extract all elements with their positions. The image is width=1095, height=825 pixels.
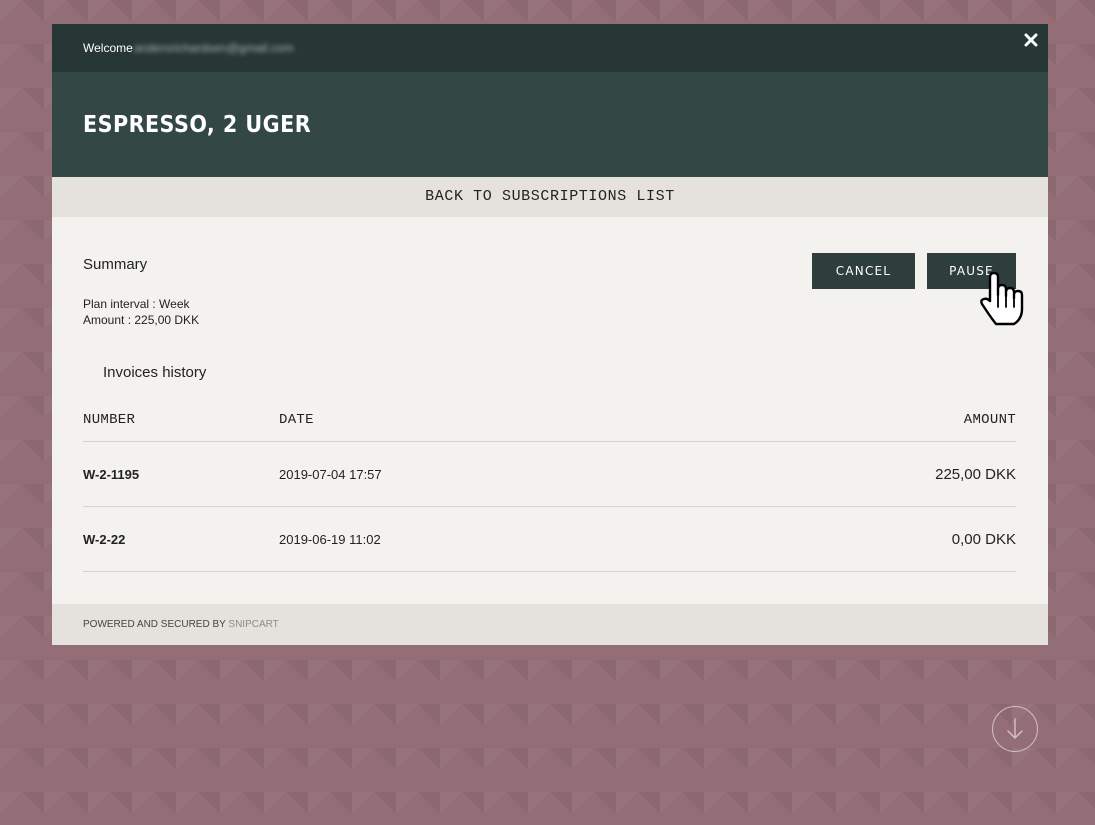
snipcart-link[interactable]: SNIPCART	[228, 619, 278, 630]
scroll-down-button[interactable]	[992, 706, 1038, 752]
title-bar: ESPRESSO, 2 UGER	[52, 72, 1048, 177]
table-row: W-2-22 2019-06-19 11:02 0,00 DKK	[83, 507, 1016, 572]
invoices-heading: Invoices history	[103, 364, 207, 381]
invoice-date: 2019-07-04 17:57	[279, 467, 382, 482]
user-email: andersrichardsen@gmail.com	[134, 41, 294, 55]
arrow-down-icon	[1007, 718, 1023, 739]
pause-button[interactable]: PAUSE	[927, 253, 1016, 289]
top-bar: Welcome andersrichardsen@gmail.com	[52, 24, 1048, 72]
footer: POWERED AND SECURED BY SNIPCART	[52, 604, 1048, 645]
close-icon[interactable]	[1024, 33, 1038, 47]
subscription-details: Summary Plan interval : Week Amount : 22…	[52, 217, 1048, 604]
invoices-table-header: NUMBER DATE AMOUNT	[83, 410, 1016, 442]
welcome-label: Welcome	[83, 41, 133, 55]
column-number: NUMBER	[83, 412, 136, 428]
summary-heading: Summary	[83, 256, 148, 273]
back-to-subscriptions-link[interactable]: BACK TO SUBSCRIPTIONS LIST	[52, 177, 1048, 217]
invoice-date: 2019-06-19 11:02	[279, 532, 381, 547]
column-date: DATE	[279, 412, 314, 428]
cancel-button[interactable]: CANCEL	[812, 253, 915, 289]
subscription-modal: Welcome andersrichardsen@gmail.com ESPRE…	[52, 24, 1048, 645]
invoice-number: W-2-22	[83, 532, 126, 547]
plan-amount: Amount : 225,00 DKK	[83, 313, 200, 327]
column-amount: AMOUNT	[963, 412, 1016, 428]
footer-powered-by: POWERED AND SECURED BY	[83, 619, 229, 630]
page-title: ESPRESSO, 2 UGER	[83, 112, 312, 138]
table-row: W-2-1195 2019-07-04 17:57 225,00 DKK	[83, 442, 1016, 507]
invoice-amount: 0,00 DKK	[951, 531, 1016, 548]
invoice-number: W-2-1195	[83, 467, 140, 482]
invoice-amount: 225,00 DKK	[935, 466, 1016, 483]
plan-interval: Plan interval : Week	[83, 297, 190, 311]
footer-text: POWERED AND SECURED BY SNIPCART	[83, 619, 279, 630]
